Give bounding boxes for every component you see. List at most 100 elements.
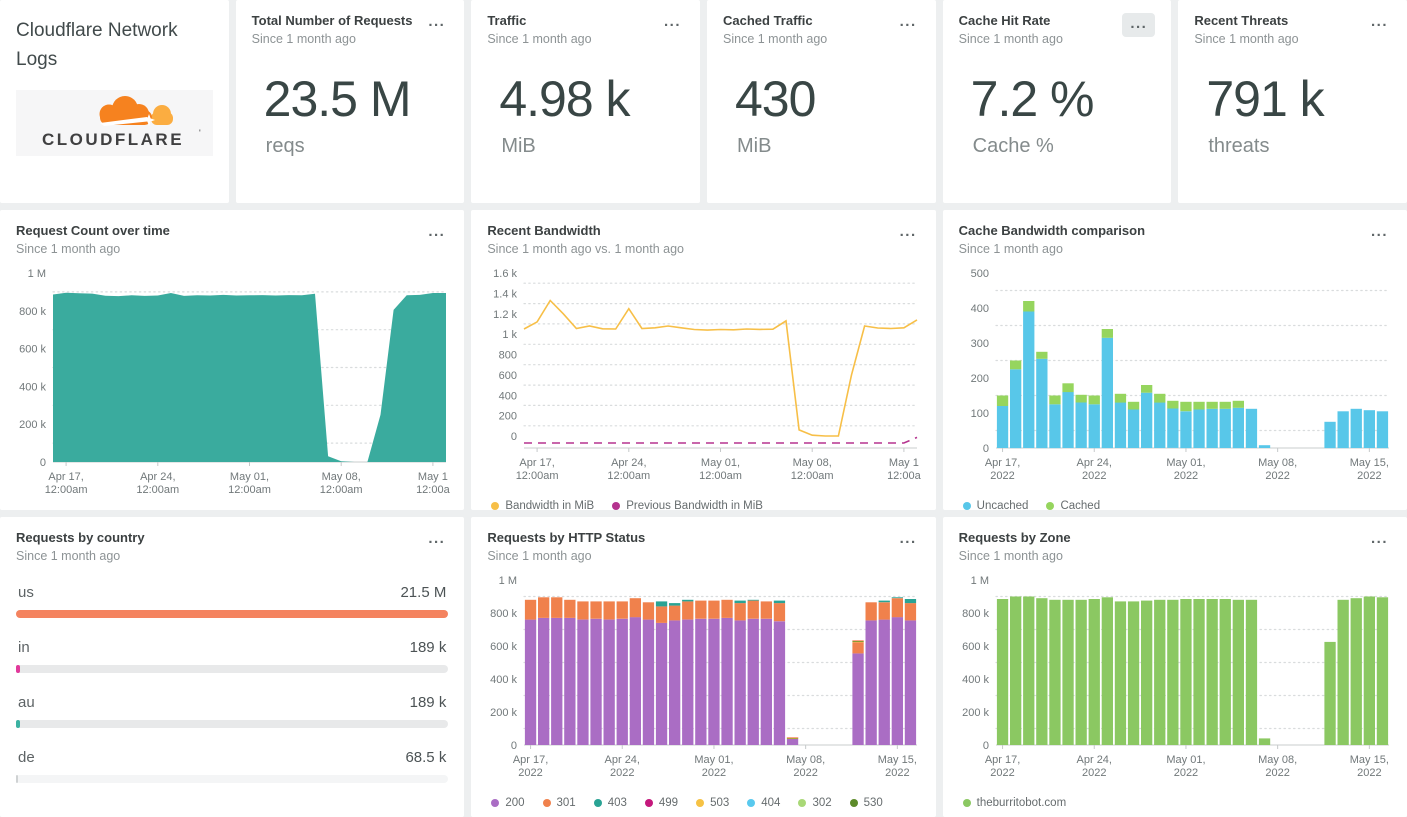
menu-dots-button[interactable]: ... xyxy=(1368,530,1391,548)
dashboard: Cloudflare Network Logs CLOUDFLARE ' Tot… xyxy=(0,0,1407,817)
request-count-chart[interactable]: 1 M800 k600 k400 k200 k0Apr 17,12:00amAp… xyxy=(16,264,454,500)
legend-item[interactable]: 200 xyxy=(491,797,525,809)
svg-text:Apr 24,: Apr 24, xyxy=(605,754,640,766)
stat-value: 7.2 % xyxy=(970,71,1095,127)
legend-label: 530 xyxy=(863,797,883,809)
legend-dot-icon xyxy=(1046,502,1055,510)
svg-text:1 M: 1 M xyxy=(970,575,988,587)
svg-text:1 M: 1 M xyxy=(28,268,46,280)
country-label: in xyxy=(18,639,30,656)
svg-text:800 k: 800 k xyxy=(490,608,517,620)
stat-card: Traffic Since 1 month ago... 4.98 k MiB xyxy=(471,0,700,203)
svg-text:600 k: 600 k xyxy=(490,641,517,653)
legend-item[interactable]: theburritobot.com xyxy=(962,797,1066,809)
menu-dots-button[interactable]: ... xyxy=(1122,13,1156,37)
panel-subtitle: Since 1 month ago vs. 1 month ago xyxy=(487,242,684,256)
svg-text:12:00am: 12:00am xyxy=(136,484,179,496)
panel-title: Requests by HTTP Status xyxy=(487,530,646,545)
svg-text:0: 0 xyxy=(40,457,46,469)
legend-dot-icon xyxy=(491,502,500,510)
stat-card: Recent Threats Since 1 month ago... 791 k t… xyxy=(1178,0,1407,203)
country-bar-track xyxy=(16,610,449,618)
country-bar-fill[interactable] xyxy=(16,720,20,728)
legend-dot-icon xyxy=(491,799,500,807)
country-bar-fill[interactable] xyxy=(16,610,449,618)
legend-item[interactable]: 404 xyxy=(747,797,780,809)
stat-unit: MiB xyxy=(501,135,536,157)
dashboard-title: Cloudflare Network Logs xyxy=(16,20,178,70)
stat-subtitle: Since 1 month ago xyxy=(958,32,1063,46)
svg-text:800 k: 800 k xyxy=(962,608,989,620)
svg-text:600 k: 600 k xyxy=(19,344,46,356)
stat-card: Cached Traffic Since 1 month ago... 430 MiB xyxy=(707,0,936,203)
legend-item[interactable]: 403 xyxy=(593,797,627,809)
panel-title: Requests by country xyxy=(16,530,145,545)
legend-dot-icon xyxy=(849,799,858,807)
country-label: au xyxy=(18,694,35,711)
cache-bandwidth-legend: Uncached Cached xyxy=(962,500,1391,510)
country-bar-fill[interactable] xyxy=(16,775,19,783)
menu-dots-button[interactable]: ... xyxy=(425,530,448,548)
legend-item[interactable]: 301 xyxy=(542,797,576,809)
requests-by-zone-chart[interactable]: 1 M800 k600 k400 k200 k0Apr 17,2022Apr 2… xyxy=(959,571,1397,783)
stat-unit: MiB xyxy=(737,135,772,157)
country-label: de xyxy=(18,749,35,766)
cache-bandwidth-chart[interactable]: 5004003002001000Apr 17,2022Apr 24,2022Ma… xyxy=(959,264,1397,486)
panel-subtitle: Since 1 month ago xyxy=(958,242,1063,256)
svg-text:0: 0 xyxy=(983,740,989,752)
legend-item[interactable]: Bandwidth in MiB xyxy=(491,500,594,510)
svg-text:Apr 24,: Apr 24, xyxy=(1076,754,1111,766)
menu-dots-button[interactable]: ... xyxy=(1368,13,1391,31)
stat-unit: reqs xyxy=(265,135,305,157)
svg-text:300: 300 xyxy=(970,338,988,350)
menu-dots-button[interactable]: ... xyxy=(425,223,448,241)
svg-text:2022: 2022 xyxy=(1173,470,1197,482)
svg-text:2022: 2022 xyxy=(1082,767,1106,779)
country-row: de 68.5 k xyxy=(16,749,449,783)
svg-text:May 1: May 1 xyxy=(418,471,448,483)
legend-label: Previous Bandwidth in MiB xyxy=(626,500,763,510)
legend-dot-icon xyxy=(644,799,653,807)
svg-text:2022: 2022 xyxy=(990,470,1014,482)
http-status-chart[interactable]: 1 M800 k600 k400 k200 k0Apr 17,2022Apr 2… xyxy=(487,571,925,783)
legend-item[interactable]: 530 xyxy=(849,797,883,809)
svg-text:2022: 2022 xyxy=(885,767,909,779)
middle-chart-row: Request Count over time Since 1 month ag… xyxy=(0,210,1407,510)
country-bar-fill[interactable] xyxy=(16,665,21,673)
svg-text:12:00am: 12:00am xyxy=(699,470,742,482)
legend-item[interactable]: Uncached xyxy=(962,500,1028,510)
legend-item[interactable]: Cached xyxy=(1046,500,1100,510)
country-row: us 21.5 M xyxy=(16,584,449,618)
bottom-chart-row: Requests by country Since 1 month ago ..… xyxy=(0,517,1407,817)
menu-dots-button[interactable]: ... xyxy=(897,530,920,548)
recent-bandwidth-chart[interactable]: 1.6 k1.4 k1.2 k1 k8006004002000Apr 17,12… xyxy=(487,264,925,486)
svg-text:100: 100 xyxy=(970,408,988,420)
panel-subtitle: Since 1 month ago xyxy=(16,242,121,256)
legend-dot-icon xyxy=(612,502,621,510)
cloudflare-logo: CLOUDFLARE ' xyxy=(16,90,213,156)
legend-item[interactable]: Previous Bandwidth in MiB xyxy=(612,500,763,510)
svg-text:12:00am: 12:00am xyxy=(608,470,651,482)
legend-label: 403 xyxy=(607,797,627,809)
legend-item[interactable]: 503 xyxy=(696,797,729,809)
stat-value: 23.5 M xyxy=(263,71,412,127)
panel-subtitle: Since 1 month ago xyxy=(16,549,121,563)
legend-item[interactable]: 499 xyxy=(644,797,678,809)
requests-by-zone-panel: Requests by Zone Since 1 month ago ... 1… xyxy=(942,517,1407,817)
svg-text:May 01,: May 01, xyxy=(695,754,734,766)
legend-label: 503 xyxy=(710,797,730,809)
menu-dots-button[interactable]: ... xyxy=(897,223,920,241)
legend-item[interactable]: 302 xyxy=(798,797,832,809)
menu-dots-button[interactable]: ... xyxy=(661,13,684,31)
svg-text:0: 0 xyxy=(983,443,989,455)
country-row: au 189 k xyxy=(16,694,449,728)
svg-text:1.6 k: 1.6 k xyxy=(493,268,517,280)
menu-dots-button[interactable]: ... xyxy=(1368,223,1391,241)
svg-text:Apr 24,: Apr 24, xyxy=(611,457,646,469)
menu-dots-button[interactable]: ... xyxy=(897,13,920,31)
svg-text:12:00am: 12:00am xyxy=(516,470,559,482)
svg-text:Apr 17,: Apr 17, xyxy=(520,457,555,469)
stat-unit: threats xyxy=(1208,135,1270,157)
stat-title: Cache Hit Rate xyxy=(958,13,1051,28)
menu-dots-button[interactable]: ... xyxy=(425,13,448,31)
